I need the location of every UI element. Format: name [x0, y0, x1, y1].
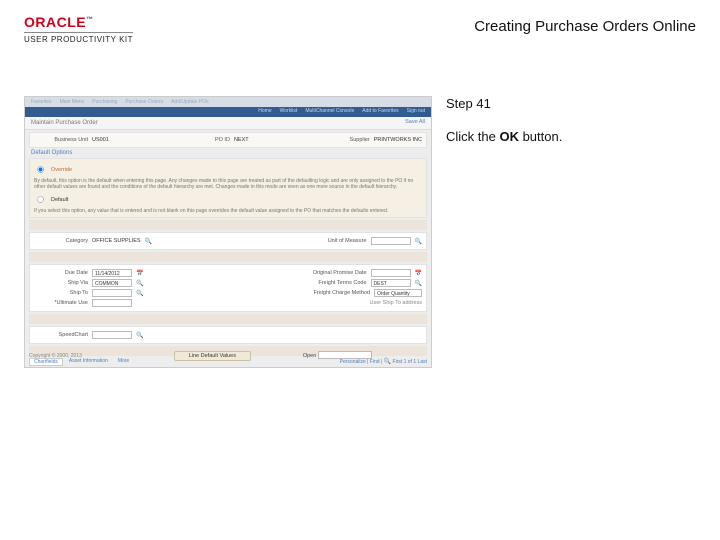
- default-options-title: Default Options: [31, 150, 425, 156]
- supplier-label: Supplier: [316, 137, 370, 143]
- speedchart-label: SpeedChart: [34, 332, 88, 338]
- supplier-value: PRINTWORKS INC: [374, 137, 422, 143]
- schedule-bar: [29, 252, 427, 262]
- tab: Main Menu: [60, 99, 85, 105]
- tab: Favorites: [31, 99, 52, 105]
- category-label: Category: [34, 238, 88, 244]
- oracle-logo: ORACLE™: [24, 14, 133, 30]
- origprom-input[interactable]: [371, 269, 411, 277]
- lookup-icon[interactable]: 🔍: [415, 238, 422, 245]
- default-radio[interactable]: [37, 196, 44, 203]
- util-link: Home: [258, 108, 271, 114]
- shipvia-label: Ship Via: [34, 280, 88, 286]
- line-bar: [29, 220, 427, 230]
- instruction-body: Click the OK button.: [446, 129, 696, 144]
- po-header-section: Business Unit US001 PO ID NEXT Supplier PRI…: [29, 132, 427, 148]
- instr-suffix: button.: [519, 129, 562, 144]
- override-radio[interactable]: [37, 166, 44, 173]
- copyright: Copyright © 2000, 2013: [29, 353, 82, 359]
- lookup-icon[interactable]: 🔍: [136, 290, 143, 297]
- distribution-section: SpeedChart 🔍: [29, 326, 427, 344]
- default-options-section: Override By default, this option is the …: [29, 158, 427, 218]
- override-help: By default, this option is the default w…: [34, 178, 422, 190]
- ultimateuse-label: *Ultimate Use: [34, 300, 88, 306]
- utility-links: Home Worklist MultiChannel Console Add t…: [258, 108, 425, 114]
- footer: Copyright © 2000, 2013 Line Default Valu…: [29, 351, 427, 361]
- distribution-bar: [29, 314, 427, 324]
- shipvia-input[interactable]: COMMON: [92, 279, 132, 287]
- page: ORACLE™ USER PRODUCTIVITY KIT Creating P…: [0, 0, 720, 540]
- app-screenshot: Favorites Main Menu Purchasing Purchase …: [24, 96, 432, 368]
- open-label: Open: [303, 353, 316, 359]
- poid-value: NEXT: [234, 137, 249, 143]
- uom-label: Unit of Measure: [287, 238, 367, 244]
- lookup-icon[interactable]: 🔍: [145, 238, 152, 245]
- speedchart-input[interactable]: [92, 331, 132, 339]
- util-link: Sign out: [407, 108, 425, 114]
- default-label: Default: [51, 197, 68, 203]
- bu-value: US001: [92, 137, 109, 143]
- logo-block: ORACLE™ USER PRODUCTIVITY KIT: [24, 14, 133, 44]
- calendar-icon[interactable]: 📅: [136, 270, 143, 277]
- lookup-icon[interactable]: 🔍: [136, 332, 143, 339]
- freightcharge-select[interactable]: Order Quantity: [374, 289, 422, 297]
- default-help: If you select this option, any value tha…: [34, 208, 422, 214]
- main: Favorites Main Menu Purchasing Purchase …: [24, 96, 696, 368]
- lookup-icon[interactable]: 🔍: [136, 280, 143, 287]
- breadcrumb-tabs: Favorites Main Menu Purchasing Purchase …: [25, 97, 431, 107]
- ultimateuse-input[interactable]: [92, 299, 132, 307]
- shipto-label: Ship To: [34, 290, 88, 296]
- freightcharge-label: Freight Charge Method: [274, 290, 370, 296]
- tab: Purchase Orders: [125, 99, 163, 105]
- instr-prefix: Click the: [446, 129, 499, 144]
- duedate-label: Due Date: [34, 270, 88, 276]
- breadcrumb-text: Maintain Purchase Order: [31, 120, 98, 126]
- trademark: ™: [86, 16, 94, 23]
- util-link: Worklist: [280, 108, 298, 114]
- poid-label: PO ID: [176, 137, 230, 143]
- freight-input[interactable]: DEST: [371, 279, 411, 287]
- page-title: Creating Purchase Orders Online: [474, 18, 696, 35]
- step-label: Step 41: [446, 96, 696, 111]
- line-default-values-button[interactable]: Line Default Values: [174, 351, 251, 361]
- schedule-section: Due Date 11/14/2012 📅 Original Promise Dat…: [29, 264, 427, 312]
- util-link: Add to Favorites: [362, 108, 398, 114]
- uom-input[interactable]: [371, 237, 411, 245]
- product-name: USER PRODUCTIVITY KIT: [24, 32, 133, 44]
- calendar-icon[interactable]: 📅: [415, 270, 422, 277]
- instruction-panel: Step 41 Click the OK button.: [446, 96, 696, 368]
- override-label: Override: [51, 167, 72, 173]
- util-link: MultiChannel Console: [305, 108, 354, 114]
- page-breadcrumb: Maintain Purchase Order Save All: [25, 117, 431, 130]
- shipto-info: User Ship To address: [370, 300, 422, 306]
- line-section: Category OFFICE SUPPLIES 🔍 Unit of Measur…: [29, 232, 427, 250]
- bu-label: Business Unit: [34, 137, 88, 143]
- freight-label: Freight Terms Code: [271, 280, 367, 286]
- brand-text: ORACLE: [24, 14, 86, 30]
- tab: Purchasing: [92, 99, 117, 105]
- category-value: OFFICE SUPPLIES: [92, 238, 141, 244]
- instr-bold: OK: [499, 129, 519, 144]
- open-input[interactable]: [318, 351, 372, 359]
- shipto-input[interactable]: [92, 289, 132, 297]
- tab: Add/Update POs: [171, 99, 209, 105]
- header: ORACLE™ USER PRODUCTIVITY KIT Creating P…: [24, 14, 696, 44]
- duedate-input[interactable]: 11/14/2012: [92, 269, 132, 277]
- save-all-link[interactable]: Save All: [405, 119, 425, 125]
- origprom-label: Original Promise Date: [271, 270, 367, 276]
- lookup-icon[interactable]: 🔍: [415, 280, 422, 287]
